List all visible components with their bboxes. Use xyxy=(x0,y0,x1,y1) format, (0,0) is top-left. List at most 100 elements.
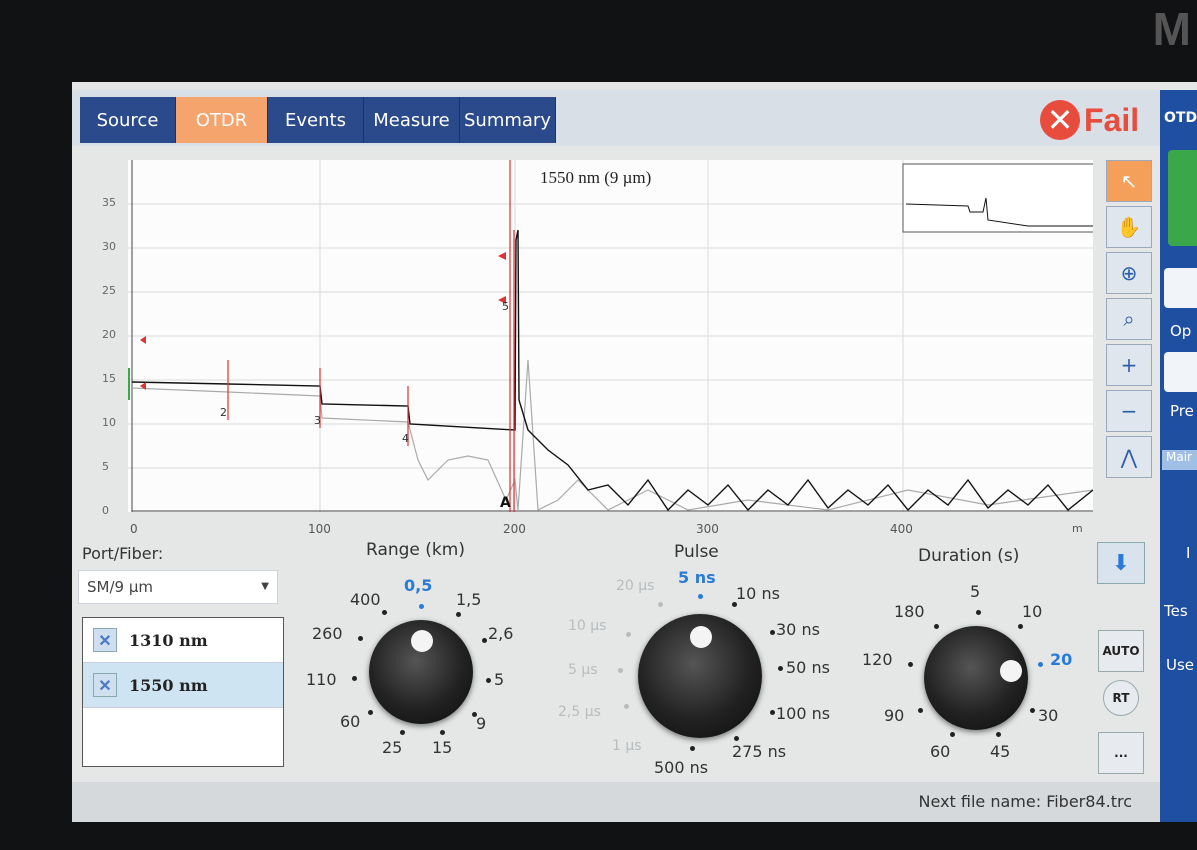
otdr-trace-graph[interactable]: 1550 nm (9 µm) A 2 3 4 5 xyxy=(128,160,1093,512)
checkbox-icon[interactable]: ✕ xyxy=(93,628,117,652)
pulse-label: Pulse xyxy=(674,542,719,562)
realtime-button[interactable]: RT xyxy=(1103,680,1139,716)
tab-source[interactable]: Source xyxy=(80,97,176,143)
range-label: Range (km) xyxy=(366,540,465,560)
test-status: ✕ Fail xyxy=(1040,100,1139,140)
pulse-dot xyxy=(770,630,775,635)
open-label: Op xyxy=(1170,322,1192,340)
side-panel-title: OTD xyxy=(1164,110,1197,126)
duration-dot xyxy=(1038,662,1043,667)
range-option[interactable]: 25 xyxy=(382,738,402,757)
duration-dot xyxy=(1030,708,1035,713)
zoom-fit-icon[interactable]: ⌕ xyxy=(1106,298,1152,340)
duration-option[interactable]: 60 xyxy=(930,742,950,761)
range-option[interactable]: 2,6 xyxy=(488,624,513,643)
pulse-option[interactable]: 20 µs xyxy=(616,578,654,594)
open-folder-button[interactable] xyxy=(1164,268,1197,308)
duration-dot xyxy=(1018,624,1023,629)
start-button[interactable] xyxy=(1168,150,1197,246)
pulse-dot xyxy=(770,710,775,715)
y-tick: 15 xyxy=(102,372,116,385)
knob-indicator xyxy=(411,630,433,652)
zoom-out-icon[interactable]: − xyxy=(1106,390,1152,432)
x-tick: 0 xyxy=(130,522,138,536)
checkbox-icon[interactable]: ✕ xyxy=(93,673,117,697)
side-i-label[interactable]: I xyxy=(1186,544,1190,562)
list-item-1550[interactable]: ✕ 1550 nm xyxy=(83,663,283,708)
previous-label: Pre xyxy=(1170,402,1194,420)
fiber-type-value: SM/9 µm xyxy=(87,578,153,596)
more-button[interactable]: ... xyxy=(1098,732,1144,774)
otdr-screen: Source OTDR Events Measure Summary ✕ Fai… xyxy=(72,82,1197,822)
duration-option[interactable]: 120 xyxy=(862,650,893,669)
duration-option[interactable]: 180 xyxy=(894,602,925,621)
user-label[interactable]: Use xyxy=(1166,656,1194,674)
duration-dot xyxy=(908,662,913,667)
duration-option[interactable]: 30 xyxy=(1038,706,1058,725)
pulse-option[interactable]: 5 µs xyxy=(568,662,598,678)
side-tab-main[interactable]: Mair xyxy=(1162,450,1197,470)
range-dot xyxy=(482,638,487,643)
pulse-option[interactable]: 2,5 µs xyxy=(558,704,601,720)
range-option[interactable]: 60 xyxy=(340,712,360,731)
list-item-1310[interactable]: ✕ 1310 nm xyxy=(83,618,283,663)
tab-summary[interactable]: Summary xyxy=(460,97,556,143)
full-trace-icon[interactable]: ⋀ xyxy=(1106,436,1152,478)
range-option-selected[interactable]: 0,5 xyxy=(404,576,432,595)
range-option[interactable]: 110 xyxy=(306,670,337,689)
fiber-type-select[interactable]: SM/9 µm ▼ xyxy=(78,570,278,604)
test-label[interactable]: Tes xyxy=(1164,602,1188,620)
pulse-option[interactable]: 10 ns xyxy=(736,584,780,603)
auto-button[interactable]: AUTO xyxy=(1098,630,1144,672)
pulse-dot xyxy=(734,736,739,741)
zoom-in-icon[interactable]: + xyxy=(1106,344,1152,386)
tab-events[interactable]: Events xyxy=(268,97,364,143)
wavelength-item-label: 1310 nm xyxy=(129,630,208,650)
range-dot xyxy=(400,730,405,735)
previous-button[interactable] xyxy=(1164,352,1197,392)
graph-tools: ↖ ✋ ⊕ ⌕ + − ⋀ xyxy=(1106,160,1156,482)
pulse-option[interactable]: 100 ns xyxy=(776,704,830,723)
duration-knob[interactable] xyxy=(924,626,1028,730)
range-option[interactable]: 15 xyxy=(432,738,452,757)
pulse-option[interactable]: 30 ns xyxy=(776,620,820,639)
duration-dot xyxy=(996,732,1001,737)
pan-hand-icon[interactable]: ✋ xyxy=(1106,206,1152,248)
range-dot xyxy=(440,730,445,735)
range-dot xyxy=(419,604,424,609)
pulse-dot xyxy=(698,594,703,599)
wavelength-label: 1550 nm (9 µm) xyxy=(540,168,652,187)
pulse-option[interactable]: 1 µs xyxy=(612,738,642,754)
tab-otdr[interactable]: OTDR xyxy=(176,97,268,143)
chevron-down-icon: ▼ xyxy=(261,581,269,592)
pulse-option[interactable]: 500 ns xyxy=(654,758,708,777)
marker-a-label[interactable]: A xyxy=(500,495,511,511)
collapse-arrow-icon[interactable]: ⬇ xyxy=(1097,542,1145,584)
pulse-dot xyxy=(618,668,623,673)
zoom-area-icon[interactable]: ⊕ xyxy=(1106,252,1152,294)
pulse-option[interactable]: 275 ns xyxy=(732,742,786,761)
tab-measure[interactable]: Measure xyxy=(364,97,460,143)
duration-option[interactable]: 5 xyxy=(970,582,980,601)
pulse-option[interactable]: 50 ns xyxy=(786,658,830,677)
y-tick: 0 xyxy=(102,504,109,517)
pulse-knob[interactable] xyxy=(638,614,762,738)
status-bar: Next file name: Fiber84.trc xyxy=(72,782,1160,822)
pulse-option-selected[interactable]: 5 ns xyxy=(678,568,716,587)
duration-option[interactable]: 45 xyxy=(990,742,1010,761)
wavelength-list: ✕ 1310 nm ✕ 1550 nm xyxy=(82,617,284,767)
duration-option[interactable]: 90 xyxy=(884,706,904,725)
range-option[interactable]: 400 xyxy=(350,590,381,609)
duration-dot xyxy=(918,708,923,713)
pulse-dot xyxy=(626,632,631,637)
next-file-name: Next file name: Fiber84.trc xyxy=(918,792,1132,811)
range-option[interactable]: 9 xyxy=(476,714,486,733)
range-knob[interactable] xyxy=(369,620,473,724)
duration-option-selected[interactable]: 20 xyxy=(1050,650,1072,669)
pulse-option[interactable]: 10 µs xyxy=(568,618,606,634)
range-option[interactable]: 260 xyxy=(312,624,343,643)
pointer-tool-icon[interactable]: ↖ xyxy=(1106,160,1152,202)
duration-option[interactable]: 10 xyxy=(1022,602,1042,621)
range-option[interactable]: 1,5 xyxy=(456,590,481,609)
range-option[interactable]: 5 xyxy=(494,670,504,689)
